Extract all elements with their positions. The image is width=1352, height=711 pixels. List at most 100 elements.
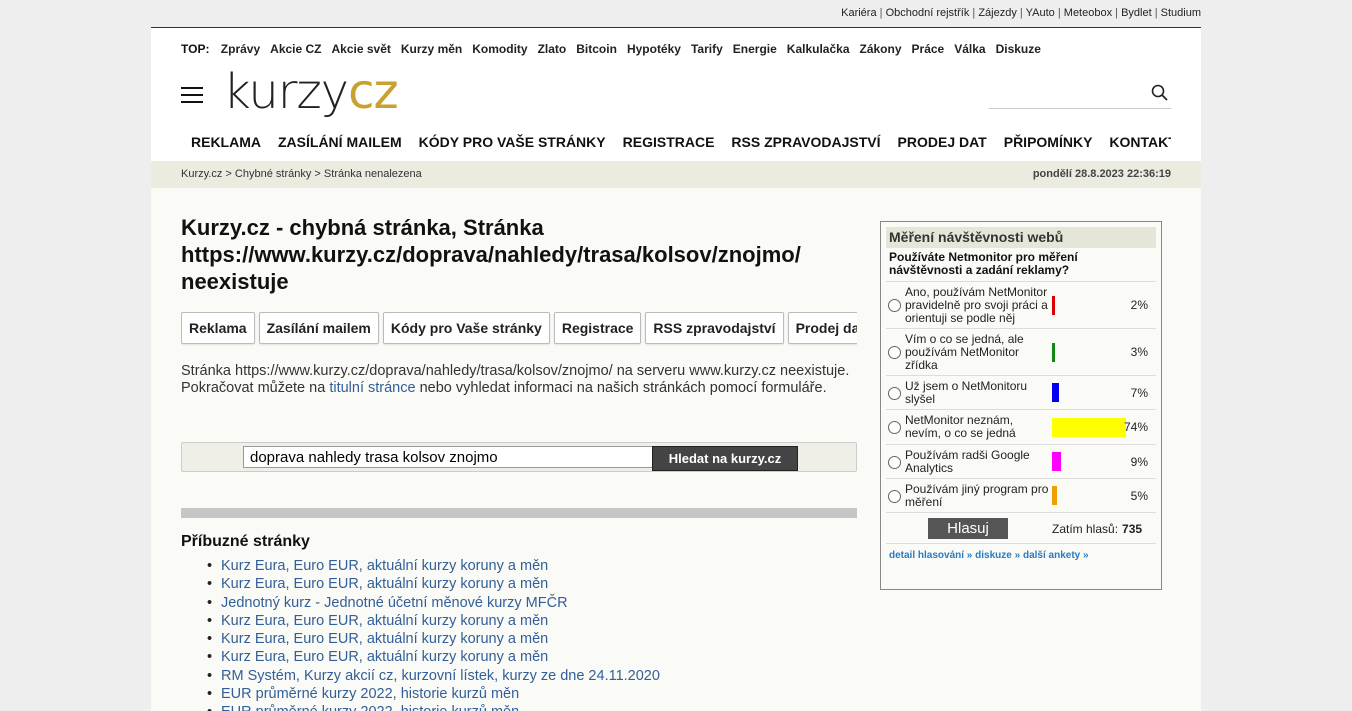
breadcrumb-separator: > <box>225 168 232 180</box>
main-nav-item[interactable]: REKLAMA <box>191 134 261 150</box>
poll-option-label: Už jsem o NetMonitoru slyšel <box>905 378 1028 406</box>
top-nav-item[interactable]: Akcie CZ <box>270 42 321 56</box>
poll-link[interactable]: další ankety » <box>1023 550 1089 561</box>
divider <box>181 508 857 518</box>
toplink-item[interactable]: Meteobox <box>1064 7 1112 19</box>
poll-result-percent: 9% <box>1130 454 1148 469</box>
poll-result-bar <box>1052 417 1126 437</box>
related-link[interactable]: Kurz Eura, Euro EUR, aktuální kurzy koru… <box>221 613 548 629</box>
toplink-item[interactable]: YAuto <box>1026 7 1055 19</box>
main-nav-item[interactable]: ZASÍLÁNÍ MAILEM <box>278 134 402 150</box>
breadcrumb-item[interactable]: Chybné stránky <box>235 168 311 180</box>
breadcrumb: Kurzy.cz > Chybné stránky > Stránka nena… <box>181 161 422 188</box>
poll-option-label: Používám radši Google Analytics <box>905 447 1030 475</box>
related-item: RM Systém, Kurzy akcií cz, kurzovní líst… <box>207 667 660 685</box>
logo[interactable]: kurzycz <box>223 66 399 118</box>
related-link[interactable]: Kurz Eura, Euro EUR, aktuální kurzy koru… <box>221 649 548 665</box>
related-link[interactable]: EUR průměrné kurzy 2022, historie kurzů … <box>221 704 519 711</box>
related-item: Kurz Eura, Euro EUR, aktuální kurzy koru… <box>207 575 660 593</box>
top-nav-item[interactable]: Energie <box>733 42 777 56</box>
radio-button[interactable] <box>888 421 901 434</box>
search-icon[interactable] <box>1151 84 1169 102</box>
main-nav-item[interactable]: KÓDY PRO VAŠE STRÁNKY <box>419 134 606 150</box>
site-search-button[interactable]: Hledat na kurzy.cz <box>652 446 798 471</box>
top-nav-item[interactable]: Komodity <box>472 42 527 56</box>
top-nav-item[interactable]: Válka <box>954 42 985 56</box>
poll-result-percent: 3% <box>1130 345 1148 359</box>
poll-option: Používám jiný program pro měření 5% <box>886 479 1156 513</box>
poll-option: Ano, používám NetMonitor pravidelně pro … <box>886 282 1156 329</box>
related-item: Kurz Eura, Euro EUR, aktuální kurzy koru… <box>207 612 660 630</box>
top-nav-item[interactable]: Zákony <box>860 42 902 56</box>
poll-result-bar <box>1052 295 1055 315</box>
radio-button[interactable] <box>888 299 901 312</box>
poll-option-label: Používám jiný program pro měření <box>905 481 1049 509</box>
poll-widget: Měření návštěvnosti webů Používáte Netmo… <box>880 221 1162 590</box>
top-nav-item[interactable]: Kurzy měn <box>401 42 462 56</box>
poll-result-bar <box>1052 486 1057 505</box>
radio-button[interactable] <box>888 455 901 469</box>
top-nav-item[interactable]: Diskuze <box>996 42 1041 56</box>
poll-option: Už jsem o NetMonitoru slyšel 7% <box>886 376 1156 410</box>
top-nav-item[interactable]: Tarify <box>691 42 723 56</box>
vote-count: Zatím hlasů: 735 <box>1052 522 1142 536</box>
service-buttons: Reklama Zasílání mailem Kódy pro Vaše strá… <box>181 312 857 346</box>
related-link[interactable]: EUR průměrné kurzy 2022, historie kurzů … <box>221 686 519 702</box>
related-link[interactable]: RM Systém, Kurzy akcií cz, kurzovní líst… <box>221 668 660 684</box>
related-pages-title: Příbuzné stránky <box>181 533 310 550</box>
breadcrumb-item: Stránka nenalezena <box>323 168 422 180</box>
poll-options: Ano, používám NetMonitor pravidelně pro … <box>881 282 1161 513</box>
top-nav-item[interactable]: Kalkulačka <box>787 42 850 56</box>
header: TOP: Zprávy Akcie CZ Akcie svět Kurzy měn Ko… <box>151 28 1201 161</box>
service-button[interactable]: Registrace <box>553 312 642 344</box>
radio-button[interactable] <box>888 386 901 400</box>
poll-question: Používáte Netmonitor pro měření návštěvn… <box>886 248 1156 282</box>
service-button[interactable]: Prodej dat <box>787 312 857 344</box>
homepage-link[interactable]: titulní stránce <box>329 380 415 396</box>
related-link[interactable]: Kurz Eura, Euro EUR, aktuální kurzy koru… <box>221 631 548 647</box>
breadcrumb-item[interactable]: Kurzy.cz <box>181 168 222 180</box>
toplink-item[interactable]: Studium <box>1161 7 1201 19</box>
intro-after: nebo vyhledat informaci na našich stránk… <box>415 380 827 396</box>
header-search-input[interactable] <box>989 80 1143 108</box>
toplink-item[interactable]: Zájezdy <box>978 7 1017 19</box>
service-button[interactable]: Zasílání mailem <box>258 312 379 344</box>
main-nav-item[interactable]: PRODEJ DAT <box>898 134 987 150</box>
main-nav-item[interactable]: RSS ZPRAVODAJSTVÍ <box>731 134 880 150</box>
poll-vote-row: Hlasuj Zatím hlasů: 735 <box>886 513 1156 544</box>
main-nav-item[interactable]: KONTAKT <box>1109 134 1171 150</box>
top-nav-item[interactable]: Bitcoin <box>576 42 617 56</box>
top-nav-item[interactable]: Akcie svět <box>332 42 391 56</box>
title-line-3: neexistuje <box>181 269 289 294</box>
poll-result-bar <box>1052 383 1059 402</box>
radio-button[interactable] <box>888 346 901 359</box>
main-nav-item[interactable]: PŘIPOMÍNKY <box>1004 134 1093 150</box>
toplink-item[interactable]: Obchodní rejstřík <box>886 7 970 19</box>
breadcrumb-bar: Kurzy.cz > Chybné stránky > Stránka nena… <box>151 161 1201 188</box>
service-button[interactable]: Reklama <box>181 312 255 344</box>
hamburger-menu-icon[interactable] <box>181 87 203 103</box>
poll-option-label: NetMonitor neznám, nevím, o co se jedná <box>905 413 1016 440</box>
top-nav: TOP: Zprávy Akcie CZ Akcie svět Kurzy měn Ko… <box>181 42 1051 56</box>
intro-text: Stránka https://www.kurzy.cz/doprava/nah… <box>181 363 857 397</box>
main-nav-item[interactable]: REGISTRACE <box>623 134 715 150</box>
related-link[interactable]: Kurz Eura, Euro EUR, aktuální kurzy koru… <box>221 576 548 592</box>
radio-button[interactable] <box>888 489 901 503</box>
top-nav-item[interactable]: Práce <box>912 42 945 56</box>
toplink-item[interactable]: Bydlet <box>1121 7 1152 19</box>
poll-link[interactable]: detail hlasování » <box>889 550 972 561</box>
poll-result-bar <box>1052 342 1055 362</box>
votes-label: Zatím hlasů: <box>1052 522 1119 536</box>
service-button[interactable]: Kódy pro Vaše stránky <box>382 312 550 344</box>
top-nav-item[interactable]: Hypotéky <box>627 42 681 56</box>
top-nav-item[interactable]: Zlato <box>538 42 567 56</box>
vote-button[interactable]: Hlasuj <box>928 518 1008 539</box>
site-search-input[interactable] <box>243 446 653 468</box>
top-nav-item[interactable]: Zprávy <box>221 42 260 56</box>
service-button[interactable]: RSS zpravodajství <box>645 312 784 344</box>
poll-link[interactable]: diskuze » <box>975 550 1020 561</box>
related-link[interactable]: Jednotný kurz - Jednotné účetní měnové k… <box>221 595 568 611</box>
toplink-item[interactable]: Kariéra <box>841 7 876 19</box>
main-nav: REKLAMA ZASÍLÁNÍ MAILEM KÓDY PRO VAŠE STRÁ… <box>191 134 1171 158</box>
related-link[interactable]: Kurz Eura, Euro EUR, aktuální kurzy koru… <box>221 558 548 574</box>
